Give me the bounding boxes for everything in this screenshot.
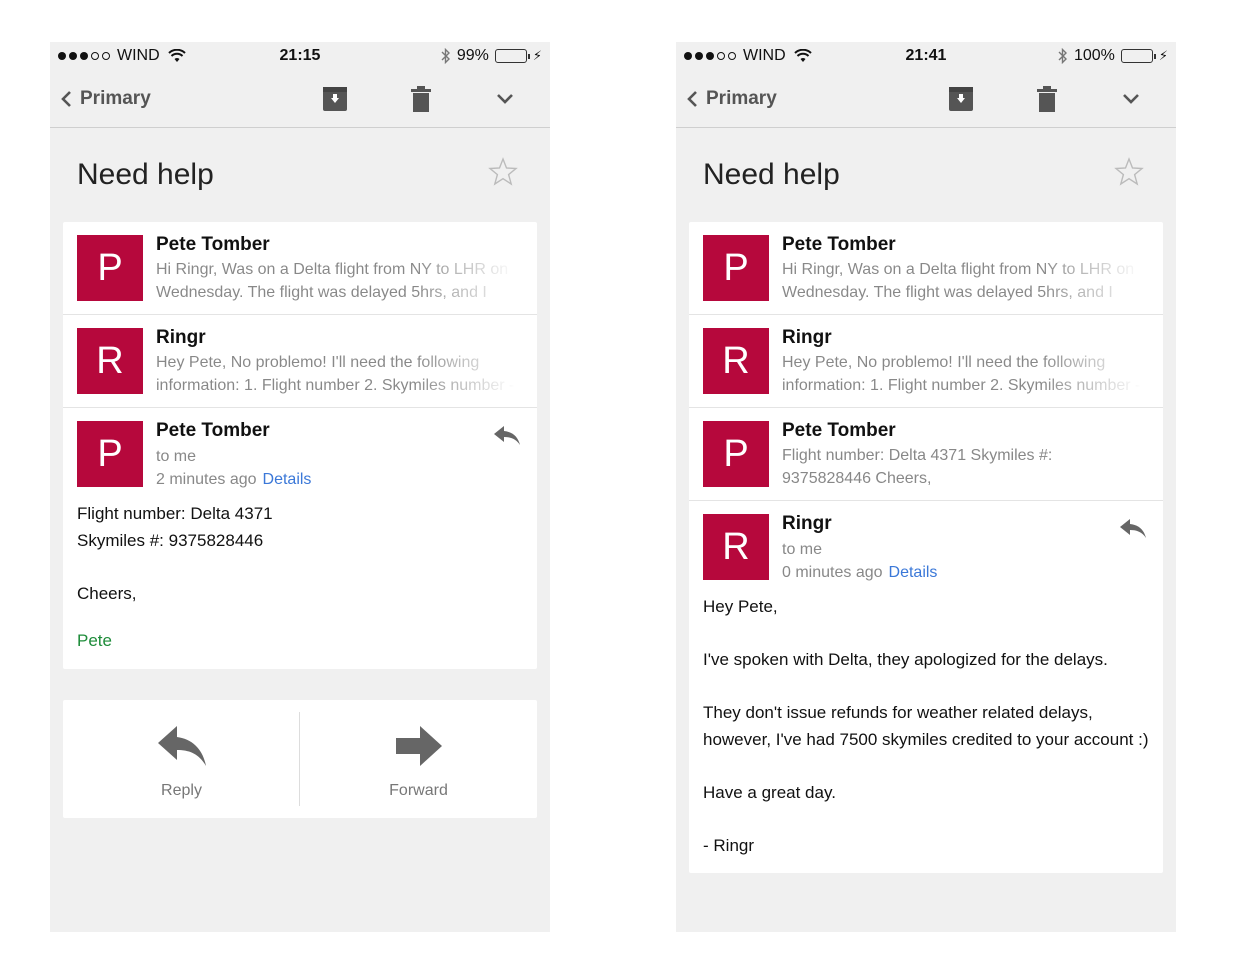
avatar: P (703, 421, 769, 487)
avatar: R (703, 514, 769, 580)
reply-icon (158, 726, 206, 766)
avatar: P (77, 235, 143, 301)
body-line: Hey Pete, (703, 597, 778, 616)
collapsed-message[interactable]: R Ringr Hey Pete, No problemo! I'll need… (689, 315, 1163, 408)
message-body: Flight number: Delta 4371 Skymiles #: 93… (63, 501, 537, 669)
chevron-down-icon[interactable] (1118, 86, 1144, 112)
body-line (703, 806, 1149, 833)
phone-screen-left: WIND 21:15 99% ⚡ Primary Need help P Pet… (50, 42, 550, 932)
nav-bar: Primary (676, 70, 1176, 128)
star-icon[interactable] (1113, 156, 1145, 188)
avatar: R (77, 328, 143, 394)
reply-icon[interactable] (1119, 517, 1147, 539)
recipient: to me (782, 541, 823, 558)
body-line: They don't issue refunds for weather rel… (703, 703, 1149, 749)
battery-percent: 99% (456, 47, 489, 64)
email-subject: Need help (77, 158, 214, 191)
body-line: Have a great day. (703, 782, 836, 802)
sender-name: Ringr (782, 513, 832, 534)
star-icon[interactable] (487, 156, 519, 188)
status-bar: WIND 21:41 100% ⚡ (676, 42, 1176, 70)
collapsed-message[interactable]: P Pete Tomber Flight number: Delta 4371 … (689, 408, 1163, 501)
message-snippet: Hey Pete, No problemo! I'll need the fol… (156, 351, 516, 397)
avatar: P (77, 421, 143, 487)
trash-icon[interactable] (408, 86, 434, 112)
archive-icon[interactable] (322, 86, 348, 112)
body-line: Flight number: Delta 4371 (77, 504, 273, 523)
avatar: P (703, 235, 769, 301)
body-line (703, 674, 1149, 701)
message-snippet: Hi Ringr, Was on a Delta flight from NY … (156, 258, 516, 304)
sender-name: Ringr (782, 327, 832, 348)
back-label: Primary (706, 88, 777, 109)
avatar: R (703, 328, 769, 394)
back-button[interactable]: Primary (686, 88, 777, 110)
reply-button[interactable]: Reply (63, 700, 300, 818)
sender-name: Pete Tomber (156, 420, 270, 441)
body-line: - Ringr (703, 835, 755, 855)
body-line: Skymiles #: 9375828446 (77, 530, 264, 550)
details-link[interactable]: Details (889, 564, 938, 581)
action-bar: Reply Forward (63, 700, 537, 818)
collapsed-message[interactable]: P Pete Tomber Hi Ringr, Was on a Delta f… (689, 222, 1163, 315)
status-right: 100% ⚡ (1058, 47, 1168, 65)
battery-icon (1120, 49, 1156, 63)
message-body: Hey Pete, I've spoken with Delta, they a… (689, 594, 1163, 873)
charging-icon: ⚡ (1158, 48, 1168, 63)
forward-label: Forward (389, 782, 448, 799)
battery-icon (494, 49, 530, 63)
thread-card: P Pete Tomber Hi Ringr, Was on a Delta f… (63, 222, 537, 669)
charging-icon: ⚡ (532, 48, 542, 63)
message-meta: to me 0 minutes ago Details (782, 538, 937, 584)
body-line (703, 753, 1149, 780)
chevron-left-icon (687, 91, 697, 107)
reply-icon[interactable] (493, 424, 521, 446)
nav-bar: Primary (50, 70, 550, 128)
message-time: 2 minutes ago (156, 471, 257, 488)
trash-icon[interactable] (1034, 86, 1060, 112)
phone-screen-right: WIND 21:41 100% ⚡ Primary Need help P Pe… (676, 42, 1176, 932)
expanded-message-header: P Pete Tomber to me 2 minutes ago Details (63, 408, 537, 501)
message-snippet: Flight number: Delta 4371 Skymiles #: 93… (782, 447, 1053, 487)
body-line (77, 554, 523, 581)
details-link[interactable]: Details (263, 471, 312, 488)
sender-name: Pete Tomber (156, 234, 270, 255)
back-button[interactable]: Primary (60, 88, 151, 110)
archive-icon[interactable] (948, 86, 974, 112)
thread-card: P Pete Tomber Hi Ringr, Was on a Delta f… (689, 222, 1163, 873)
signature: Pete (77, 631, 112, 650)
body-line: I've spoken with Delta, they apologized … (703, 650, 1108, 669)
email-subject: Need help (703, 158, 840, 191)
sender-name: Pete Tomber (782, 420, 896, 441)
body-line: Cheers, (77, 583, 137, 603)
reply-label: Reply (161, 782, 202, 799)
forward-button[interactable]: Forward (300, 700, 537, 818)
status-right: 99% ⚡ (441, 47, 542, 65)
chevron-left-icon (61, 91, 71, 107)
sender-name: Pete Tomber (782, 234, 896, 255)
message-snippet: Hey Pete, No problemo! I'll need the fol… (782, 351, 1142, 397)
message-meta: to me 2 minutes ago Details (156, 445, 311, 491)
body-line (703, 621, 1149, 648)
message-snippet: Hi Ringr, Was on a Delta flight from NY … (782, 258, 1142, 304)
chevron-down-icon[interactable] (492, 86, 518, 112)
sender-name: Ringr (156, 327, 206, 348)
status-bar: WIND 21:15 99% ⚡ (50, 42, 550, 70)
forward-arrow-icon (396, 726, 442, 766)
expanded-message-header: R Ringr to me 0 minutes ago Details (689, 501, 1163, 594)
collapsed-message[interactable]: P Pete Tomber Hi Ringr, Was on a Delta f… (63, 222, 537, 315)
message-time: 0 minutes ago (782, 564, 883, 581)
bluetooth-icon (441, 48, 450, 64)
back-label: Primary (80, 88, 151, 109)
bluetooth-icon (1058, 48, 1067, 64)
battery-percent: 100% (1073, 47, 1115, 64)
collapsed-message[interactable]: R Ringr Hey Pete, No problemo! I'll need… (63, 315, 537, 408)
recipient: to me (156, 448, 197, 465)
